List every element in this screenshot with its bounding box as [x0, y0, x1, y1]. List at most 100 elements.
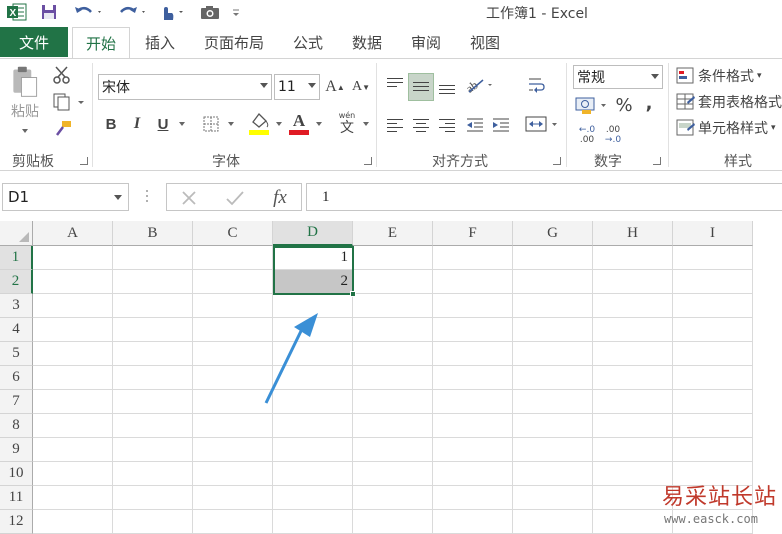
shrink-font-button[interactable]: A ▼ — [352, 75, 370, 99]
cell-c4[interactable] — [193, 318, 273, 342]
cell-e6[interactable] — [353, 366, 433, 390]
cell-a7[interactable] — [33, 390, 113, 414]
cell-e10[interactable] — [353, 462, 433, 486]
cell-i3[interactable] — [673, 294, 753, 318]
cell-g8[interactable] — [513, 414, 593, 438]
cell-h9[interactable] — [593, 438, 673, 462]
comma-button[interactable]: , — [642, 91, 656, 115]
cell-h3[interactable] — [593, 294, 673, 318]
font-name-select[interactable]: 宋体 — [98, 74, 272, 100]
column-header-d[interactable]: D — [273, 221, 353, 246]
cell-h1[interactable] — [593, 246, 673, 270]
cell-g3[interactable] — [513, 294, 593, 318]
cell-b3[interactable] — [113, 294, 193, 318]
wrap-text-icon[interactable] — [526, 73, 548, 97]
customize-qat-icon[interactable] — [230, 2, 242, 22]
cell-c5[interactable] — [193, 342, 273, 366]
cell-f7[interactable] — [433, 390, 513, 414]
cell-c12[interactable] — [193, 510, 273, 534]
borders-icon[interactable] — [200, 113, 222, 135]
merge-center-icon[interactable] — [524, 113, 560, 135]
cell-i5[interactable] — [673, 342, 753, 366]
cell-i7[interactable] — [673, 390, 753, 414]
cell-a11[interactable] — [33, 486, 113, 510]
cell-g9[interactable] — [513, 438, 593, 462]
row-header-7[interactable]: 7 — [0, 390, 33, 414]
cell-a8[interactable] — [33, 414, 113, 438]
row-header-3[interactable]: 3 — [0, 294, 33, 318]
cell-a1[interactable] — [33, 246, 113, 270]
row-header-6[interactable]: 6 — [0, 366, 33, 390]
cell-h10[interactable] — [593, 462, 673, 486]
enter-icon[interactable] — [223, 187, 247, 209]
fill-color-icon[interactable] — [247, 109, 271, 137]
cell-a2[interactable] — [33, 270, 113, 294]
cell-c8[interactable] — [193, 414, 273, 438]
align-top-icon[interactable] — [384, 73, 406, 95]
tab-file[interactable]: 文件 — [0, 27, 68, 57]
cell-e11[interactable] — [353, 486, 433, 510]
insert-function-button[interactable]: fx — [267, 186, 293, 210]
cell-a12[interactable] — [33, 510, 113, 534]
cell-c1[interactable] — [193, 246, 273, 270]
cell-g10[interactable] — [513, 462, 593, 486]
cell-a6[interactable] — [33, 366, 113, 390]
cell-d8[interactable] — [273, 414, 353, 438]
cell-b6[interactable] — [113, 366, 193, 390]
cell-e8[interactable] — [353, 414, 433, 438]
cell-f12[interactable] — [433, 510, 513, 534]
save-icon[interactable] — [38, 2, 60, 22]
cell-c9[interactable] — [193, 438, 273, 462]
cell-b4[interactable] — [113, 318, 193, 342]
row-header-11[interactable]: 11 — [0, 486, 33, 510]
cell-c10[interactable] — [193, 462, 273, 486]
accounting-format-icon[interactable] — [574, 93, 610, 117]
cell-c6[interactable] — [193, 366, 273, 390]
conditional-formatting-button[interactable]: 条件格式 ▾ — [676, 65, 782, 87]
cell-f2[interactable] — [433, 270, 513, 294]
cell-i2[interactable] — [673, 270, 753, 294]
increase-indent-icon[interactable] — [490, 115, 512, 135]
row-header-2[interactable]: 2 — [0, 270, 33, 294]
decrease-indent-icon[interactable] — [464, 115, 486, 135]
number-format-select[interactable]: 常规 — [573, 65, 663, 89]
cell-c2[interactable] — [193, 270, 273, 294]
cell-e4[interactable] — [353, 318, 433, 342]
select-all-button[interactable] — [0, 221, 33, 246]
cell-d11[interactable] — [273, 486, 353, 510]
cell-b1[interactable] — [113, 246, 193, 270]
cell-f4[interactable] — [433, 318, 513, 342]
italic-button[interactable]: I — [128, 113, 146, 135]
tab-review[interactable]: 审阅 — [400, 27, 452, 58]
cell-g12[interactable] — [513, 510, 593, 534]
copy-icon[interactable] — [52, 92, 86, 112]
align-bottom-icon[interactable] — [436, 73, 458, 101]
cell-a3[interactable] — [33, 294, 113, 318]
column-header-h[interactable]: H — [593, 221, 673, 246]
cell-h7[interactable] — [593, 390, 673, 414]
cell-a10[interactable] — [33, 462, 113, 486]
formula-input[interactable]: 1 — [306, 183, 782, 211]
decrease-decimal-button[interactable]: .00 →.0 — [602, 123, 624, 147]
row-header-5[interactable]: 5 — [0, 342, 33, 366]
tab-data[interactable]: 数据 — [341, 27, 393, 58]
cell-e5[interactable] — [353, 342, 433, 366]
number-launcher-icon[interactable] — [653, 157, 661, 165]
phonetic-guide-button[interactable]: wén 文 — [336, 109, 358, 137]
cell-f5[interactable] — [433, 342, 513, 366]
cell-h11[interactable] — [593, 486, 673, 510]
cell-f10[interactable] — [433, 462, 513, 486]
cell-f3[interactable] — [433, 294, 513, 318]
cancel-icon[interactable] — [177, 187, 201, 209]
name-box[interactable]: D1 — [2, 183, 129, 211]
font-size-select[interactable]: 11 — [274, 74, 320, 100]
tab-insert[interactable]: 插入 — [134, 27, 186, 58]
percent-button[interactable]: % — [614, 93, 634, 117]
format-painter-icon[interactable] — [52, 119, 74, 139]
cell-b7[interactable] — [113, 390, 193, 414]
column-header-i[interactable]: I — [673, 221, 753, 246]
cell-a5[interactable] — [33, 342, 113, 366]
cell-h5[interactable] — [593, 342, 673, 366]
cell-styles-button[interactable]: 单元格样式 ▾ — [676, 117, 782, 139]
cell-f8[interactable] — [433, 414, 513, 438]
